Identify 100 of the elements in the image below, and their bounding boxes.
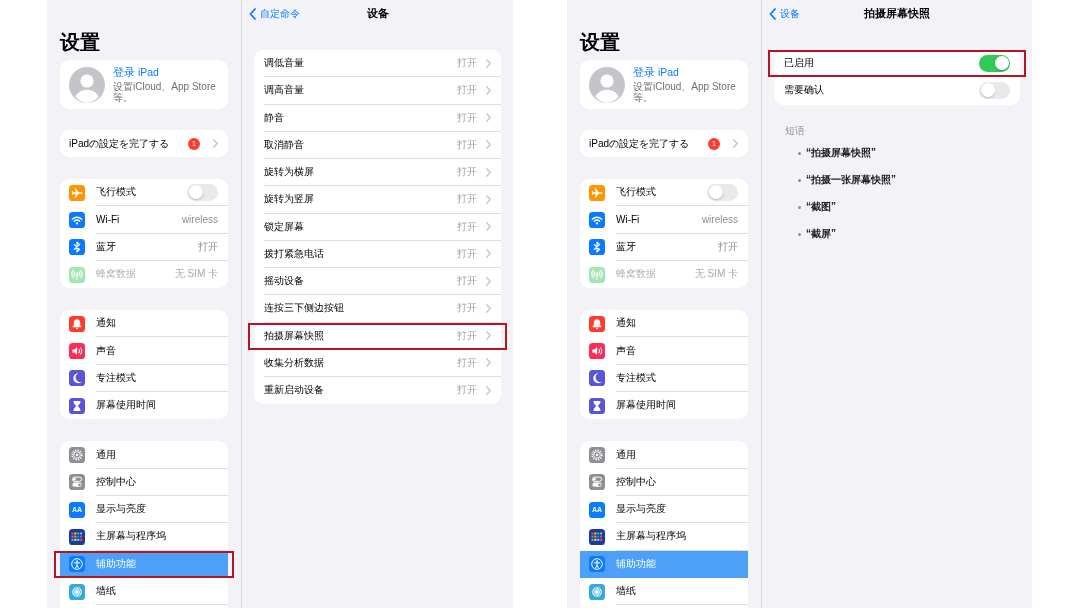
airplane-icon	[69, 184, 85, 201]
command-item[interactable]: 重新启动设备 打开	[254, 377, 501, 405]
toggle-switch[interactable]	[979, 81, 1010, 99]
phrase-text: “拍摄屏幕快照”	[806, 146, 876, 160]
bullet-icon	[798, 205, 801, 209]
sidebar-item[interactable]: 主屏幕与程序坞	[580, 523, 748, 551]
avatar-icon	[69, 66, 105, 103]
bluetooth-icon	[69, 239, 85, 256]
bullet-icon	[798, 151, 801, 155]
chevron-icon	[486, 113, 491, 123]
command-item[interactable]: 调低音量 打开	[254, 50, 501, 78]
row-value: 打开	[457, 83, 477, 98]
sidebar-item[interactable]: 飞行模式	[60, 179, 228, 207]
command-item[interactable]: 拍摄屏幕快照 打开	[254, 322, 501, 350]
sidebar-item[interactable]: 专注模式	[580, 364, 748, 393]
account-name[interactable]: 登录 iPad	[113, 65, 220, 79]
bell-icon	[589, 315, 605, 332]
row-value: 打开	[457, 165, 477, 180]
gear-icon	[69, 447, 85, 463]
hourglass-icon	[69, 397, 85, 414]
accessibility-icon	[589, 556, 605, 573]
row-value: 打开	[457, 246, 477, 261]
sidebar-item[interactable]: 飞行模式	[580, 179, 748, 207]
moon-icon	[69, 370, 85, 387]
sidebar-item[interactable]: 蓝牙 打开	[60, 233, 228, 261]
antenna-icon	[589, 266, 605, 283]
profile-card[interactable]: 登录 iPad 设置iCloud、App Store等。	[580, 60, 748, 109]
sidebar-item[interactable]: 声音	[60, 337, 228, 365]
sidebar-item[interactable]: 控制中心	[580, 468, 748, 496]
setting-label: 已启用	[784, 56, 815, 71]
row-value: 打开	[457, 219, 477, 234]
hourglass-icon	[589, 397, 605, 414]
row-value: 打开	[457, 137, 477, 152]
command-item[interactable]: 锁定屏幕 打开	[254, 213, 501, 241]
chevron-icon	[486, 167, 491, 177]
nav-title: 拍摄屏幕快照	[864, 7, 930, 21]
sidebar-item[interactable]: 通用	[60, 441, 228, 469]
bluetooth-icon	[589, 239, 605, 256]
avatar-icon	[589, 66, 625, 103]
toggle-switch[interactable]	[707, 183, 738, 201]
row-value: 打开	[457, 328, 477, 343]
command-item[interactable]: 静音 打开	[254, 104, 501, 132]
sidebar-item[interactable]: 主屏幕与程序坞	[60, 523, 228, 551]
phrase-text: “拍摄一张屏幕快照”	[806, 173, 896, 187]
app-grid-icon	[589, 528, 605, 545]
sidebar-item[interactable]: 蓝牙 打开	[580, 233, 748, 261]
notification-badge: 1	[188, 137, 200, 150]
sidebar-item[interactable]: 专注模式	[60, 364, 228, 393]
sidebar-item[interactable]: 屏幕使用时间	[60, 392, 228, 420]
back-button[interactable]: 设备	[769, 7, 800, 21]
command-item[interactable]: 收集分析数据 打开	[254, 349, 501, 377]
command-item[interactable]: 取消静音 打开	[254, 131, 501, 159]
chevron-icon	[486, 194, 491, 204]
row-value: 打开	[198, 239, 218, 254]
bullet-icon	[798, 178, 801, 182]
command-item[interactable]: 连按三下侧边按钮 打开	[254, 295, 501, 323]
setup-item[interactable]: iPadの設定を完了する 1	[580, 130, 748, 157]
command-item[interactable]: 旋转为横屏 打开	[254, 159, 501, 187]
chevron-icon	[486, 140, 491, 150]
gear-icon	[589, 447, 605, 463]
back-chevron-icon	[249, 8, 256, 20]
sidebar-item[interactable]: Wi-Fi wireless	[580, 206, 748, 234]
sidebar-item[interactable]: Wi-Fi wireless	[60, 206, 228, 234]
chevron-icon	[733, 139, 738, 148]
airplane-icon	[589, 184, 605, 201]
sidebar-item[interactable]: 屏幕使用时间	[580, 392, 748, 420]
flower-icon	[589, 583, 605, 600]
sidebar-title: 设置	[580, 30, 621, 55]
sidebar-item[interactable]: 通知	[580, 310, 748, 338]
sidebar-item[interactable]: 通用	[580, 441, 748, 469]
toggle-switch[interactable]	[979, 54, 1010, 72]
toggle-switch[interactable]	[187, 183, 218, 201]
account-name[interactable]: 登录 iPad	[633, 65, 740, 79]
notification-badge: 1	[708, 137, 720, 150]
command-item[interactable]: 调高音量 打开	[254, 77, 501, 105]
row-value: 打开	[457, 383, 477, 398]
antenna-icon	[69, 266, 85, 283]
account-subtitle: 设置iCloud、App Store等。	[633, 80, 737, 104]
moon-icon	[589, 370, 605, 387]
command-item[interactable]: 旋转为竖屏 打开	[254, 186, 501, 214]
row-value: 打开	[457, 301, 477, 316]
chevron-icon	[486, 85, 491, 95]
row-value: wireless	[701, 213, 738, 225]
phrase-text: “截屏”	[806, 227, 836, 241]
row-value: wireless	[181, 213, 218, 225]
command-item[interactable]: 摇动设备 打开	[254, 268, 501, 296]
setup-item[interactable]: iPadの設定を完了する 1	[60, 130, 228, 157]
chevron-icon	[486, 331, 491, 341]
sidebar-item[interactable]: 通知	[60, 310, 228, 338]
back-button[interactable]: 自定命令	[249, 7, 300, 21]
chevron-icon	[486, 303, 491, 313]
sidebar-item[interactable]: 声音	[580, 337, 748, 365]
profile-card[interactable]: 登录 iPad 设置iCloud、App Store等。	[60, 60, 228, 109]
sidebar-item[interactable]: 墙纸	[60, 577, 228, 606]
sidebar-item[interactable]: 控制中心	[60, 468, 228, 496]
command-item[interactable]: 拨打紧急电话 打开	[254, 240, 501, 268]
speaker-icon	[589, 343, 605, 360]
accessibility-icon	[69, 556, 85, 573]
sidebar-item[interactable]: 墙纸	[580, 577, 748, 606]
bell-icon	[69, 315, 85, 332]
